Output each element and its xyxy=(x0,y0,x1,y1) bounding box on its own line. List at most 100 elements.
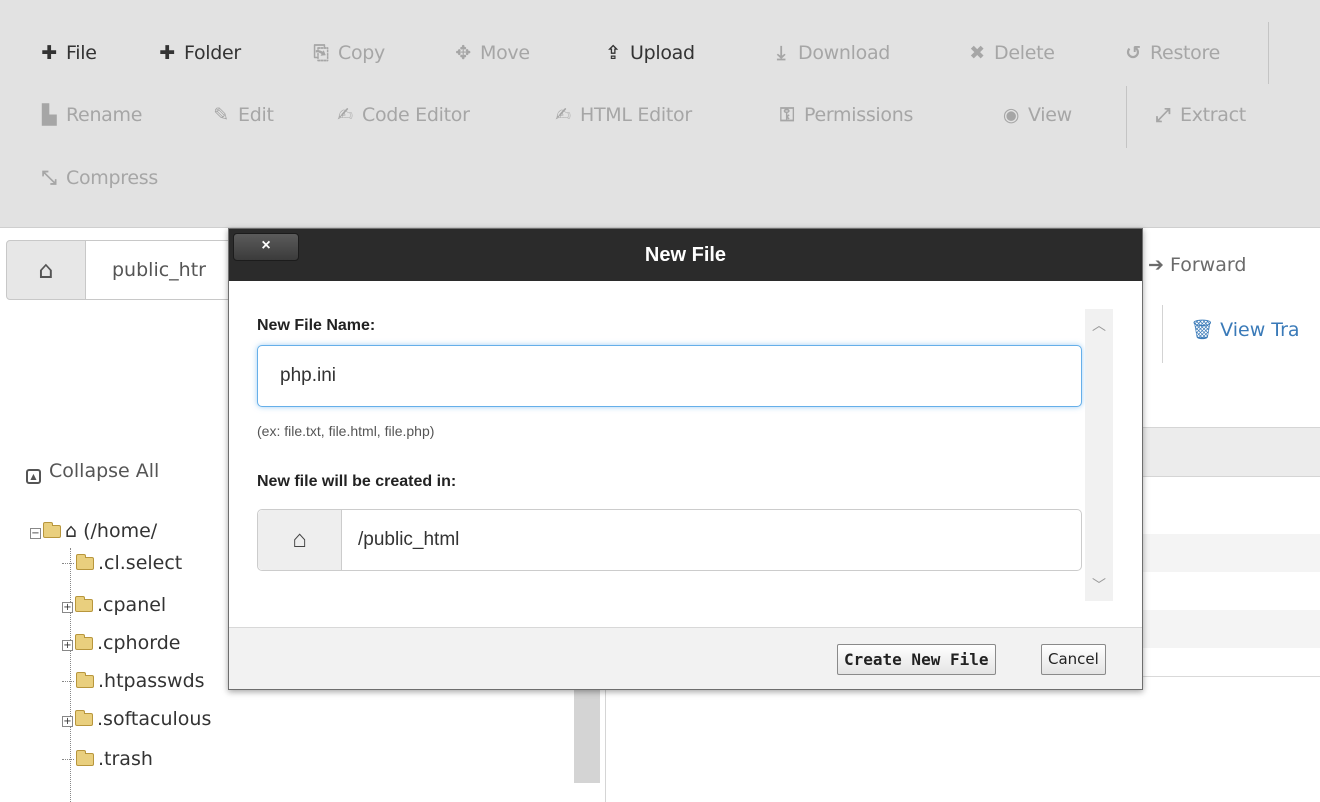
file-name-hint: (ex: file.txt, file.html, file.php) xyxy=(257,423,435,439)
path-field[interactable]: public_htr xyxy=(86,240,246,300)
tree-item[interactable]: .trash xyxy=(62,744,153,774)
cancel-button[interactable]: Cancel xyxy=(1041,644,1106,675)
scroll-up-icon[interactable]: ︿ xyxy=(1085,315,1113,335)
tree-connector xyxy=(62,759,74,760)
restore-label: Restore xyxy=(1150,42,1220,64)
tree-root[interactable]: − ⌂ (/home/ xyxy=(30,516,157,546)
scroll-down-icon[interactable]: ﹀ xyxy=(1085,575,1113,595)
new-file-label: File xyxy=(66,42,97,64)
compress-button[interactable]: ⤡ Compress xyxy=(38,158,159,198)
rename-icon: ▙ xyxy=(41,104,57,126)
dialog-title: New File xyxy=(644,244,727,266)
tree-root-label: (/home/ xyxy=(83,520,158,542)
folder-icon xyxy=(75,634,93,650)
view-button[interactable]: ◉ View xyxy=(1000,95,1072,135)
rename-button[interactable]: ▙ Rename xyxy=(38,95,143,135)
folder-icon xyxy=(76,750,94,766)
folder-open-icon xyxy=(43,522,61,538)
home-button[interactable]: ⌂ xyxy=(6,240,86,300)
tree-item[interactable]: + .cpanel xyxy=(62,590,166,620)
tree-item[interactable]: + .cphorde xyxy=(62,628,180,658)
view-trash-label: View Tra xyxy=(1220,319,1300,341)
tree-connector xyxy=(62,563,74,564)
restore-icon: ↺ xyxy=(1125,42,1141,64)
new-file-dialog: New File × New File Name: (ex: file.txt,… xyxy=(228,228,1143,690)
delete-label: Delete xyxy=(994,42,1055,64)
toolbar-row-2: ▙ Rename ✎ Edit ✍ Code Editor ✍ HTML Editor … xyxy=(0,95,1320,135)
new-file-button[interactable]: ✚ File xyxy=(38,33,97,73)
expand-node-icon[interactable]: + xyxy=(62,602,73,613)
extract-icon: ⤢ xyxy=(1155,104,1171,126)
folder-icon xyxy=(75,596,93,612)
html-editor-label: HTML Editor xyxy=(580,104,692,126)
permissions-button[interactable]: ⚿ Permissions xyxy=(776,95,913,135)
file-name-input[interactable] xyxy=(257,345,1082,407)
html-editor-icon: ✍ xyxy=(555,104,571,126)
code-editor-icon: ✍ xyxy=(337,104,353,126)
create-new-file-button[interactable]: Create New File xyxy=(837,644,996,675)
download-icon: ⤓ xyxy=(776,42,786,64)
extract-label: Extract xyxy=(1180,104,1246,126)
toolbar-divider xyxy=(1126,86,1127,148)
folder-icon xyxy=(76,672,94,688)
file-manager-toolbar: ✚ File ✚ Folder ⎘ Copy ✥ Move ⇪ Upload ⤓ Downl… xyxy=(0,0,1320,228)
dialog-header: New File × xyxy=(229,229,1142,281)
folder-icon xyxy=(75,710,93,726)
folder-icon xyxy=(76,554,94,570)
permissions-label: Permissions xyxy=(804,104,914,126)
tree-item-label: .softaculous xyxy=(97,708,212,730)
copy-button[interactable]: ⎘ Copy xyxy=(310,33,386,73)
close-icon: × xyxy=(261,237,271,254)
tree-item-label: .cpanel xyxy=(97,594,167,616)
toolbar-row-3: ⤡ Compress xyxy=(0,158,1320,198)
extract-button[interactable]: ⤢ Extract xyxy=(1152,95,1247,135)
dialog-scrollbar[interactable]: ︿ ﹀ xyxy=(1085,309,1113,601)
expand-node-icon[interactable]: + xyxy=(62,640,73,651)
eye-icon: ◉ xyxy=(1002,104,1020,126)
tree-item[interactable]: .cl.select xyxy=(62,548,182,578)
tree-item-label: .htpasswds xyxy=(98,670,205,692)
close-button[interactable]: × xyxy=(233,233,299,261)
move-button[interactable]: ✥ Move xyxy=(452,33,530,73)
view-trash-button[interactable]: 🗑 View Tra xyxy=(1190,318,1300,341)
tree-item[interactable]: + .softaculous xyxy=(62,704,211,734)
tree-item[interactable]: .htpasswds xyxy=(62,666,205,696)
location-value: /public_html xyxy=(358,529,460,550)
plus-icon: ✚ xyxy=(159,42,175,64)
tree-scrollbar[interactable] xyxy=(574,688,600,783)
dialog-body: New File Name: (ex: file.txt, file.html,… xyxy=(229,281,1142,627)
code-editor-label: Code Editor xyxy=(362,104,470,126)
home-icon: ⌂ xyxy=(38,256,54,284)
code-editor-button[interactable]: ✍ Code Editor xyxy=(334,95,470,135)
upload-icon: ⇪ xyxy=(605,42,621,64)
download-label: Download xyxy=(798,42,891,64)
upload-label: Upload xyxy=(630,42,695,64)
file-name-label: New File Name: xyxy=(257,317,376,334)
tree-item-label: .cphorde xyxy=(97,632,181,654)
plus-icon: ✚ xyxy=(41,42,57,64)
copy-icon: ⎘ xyxy=(313,42,329,64)
new-folder-button[interactable]: ✚ Folder xyxy=(156,33,241,73)
nav-divider xyxy=(1162,305,1163,363)
pencil-icon: ✎ xyxy=(213,104,229,126)
expand-node-icon[interactable]: + xyxy=(62,716,73,727)
home-icon: ⌂ xyxy=(258,510,342,570)
pane-divider[interactable] xyxy=(605,688,606,802)
collapse-icon: ▲ xyxy=(26,469,41,484)
edit-button[interactable]: ✎ Edit xyxy=(210,95,274,135)
move-icon: ✥ xyxy=(455,42,471,64)
compress-label: Compress xyxy=(66,167,158,189)
upload-button[interactable]: ⇪ Upload xyxy=(602,33,695,73)
delete-button[interactable]: ✖ Delete xyxy=(966,33,1055,73)
collapse-all-label: Collapse All xyxy=(49,460,160,482)
location-label: New file will be created in: xyxy=(257,473,457,490)
location-field: ⌂ /public_html xyxy=(257,509,1082,571)
toolbar-row-1: ✚ File ✚ Folder ⎘ Copy ✥ Move ⇪ Upload ⤓ Downl… xyxy=(0,33,1320,73)
restore-button[interactable]: ↺ Restore xyxy=(1122,33,1220,73)
forward-button[interactable]: ➔ Forward xyxy=(1148,254,1246,276)
tree-item-label: .trash xyxy=(98,748,153,770)
html-editor-button[interactable]: ✍ HTML Editor xyxy=(552,95,692,135)
download-button[interactable]: ⤓ Download xyxy=(770,33,890,73)
arrow-right-icon: ➔ xyxy=(1148,254,1164,276)
collapse-all-button[interactable]: ▲ Collapse All xyxy=(26,460,159,484)
